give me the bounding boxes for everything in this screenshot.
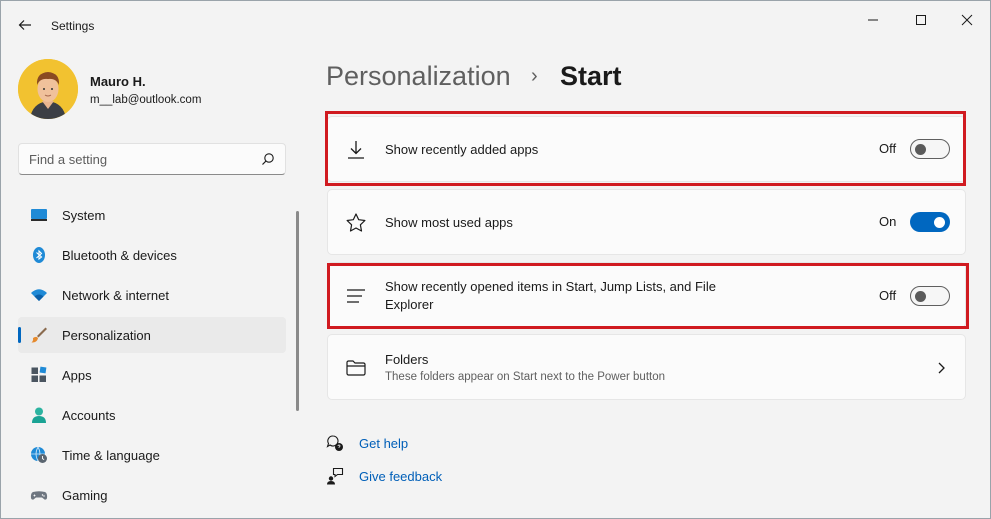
sidebar-item-label: Apps xyxy=(62,368,92,383)
setting-recently-opened-items: Show recently opened items in Start, Jum… xyxy=(327,262,966,328)
breadcrumb-parent[interactable]: Personalization xyxy=(326,61,511,92)
wifi-icon xyxy=(31,289,47,301)
monitor-icon xyxy=(31,209,47,221)
app-title: Settings xyxy=(51,19,95,33)
recently-opened-toggle[interactable] xyxy=(910,286,950,306)
search-icon[interactable] xyxy=(261,152,275,166)
toggle-knob xyxy=(915,290,926,302)
person-icon xyxy=(32,407,46,423)
setting-label-line1: Show recently opened items in Start, Jum… xyxy=(385,279,716,294)
setting-recently-added-apps: Show recently added apps Off xyxy=(327,116,966,182)
minimize-button[interactable] xyxy=(850,7,896,33)
sidebar-item-gaming[interactable]: Gaming xyxy=(18,477,286,513)
sidebar-item-apps[interactable]: Apps xyxy=(18,357,286,393)
sidebar-item-system[interactable]: System xyxy=(18,197,286,233)
sidebar-scrollbar[interactable] xyxy=(296,211,299,411)
download-icon xyxy=(348,141,364,159)
star-icon xyxy=(346,213,366,232)
search-box[interactable] xyxy=(18,143,286,175)
sidebar-item-label: Accounts xyxy=(62,408,116,423)
close-button[interactable] xyxy=(944,7,990,33)
back-arrow-icon xyxy=(18,20,31,30)
sidebar-item-label: Personalization xyxy=(62,328,151,343)
sidebar-item-label: System xyxy=(62,208,106,223)
close-icon xyxy=(961,14,973,26)
search-input[interactable] xyxy=(29,144,249,174)
sidebar-item-label: Time & language xyxy=(62,448,160,463)
brush-icon xyxy=(31,327,47,343)
sidebar-item-label: Bluetooth & devices xyxy=(62,248,177,263)
list-icon xyxy=(347,289,365,303)
globe-clock-icon xyxy=(31,446,47,463)
sidebar-item-bluetooth[interactable]: Bluetooth & devices xyxy=(18,237,286,273)
minimize-icon xyxy=(868,19,878,21)
folder-icon xyxy=(346,360,366,376)
setting-folders[interactable]: Folders These folders appear on Start ne… xyxy=(327,334,966,400)
toggle-state-text: Off xyxy=(879,288,897,303)
toggle-knob xyxy=(934,216,945,228)
toggle-state-text: Off xyxy=(879,141,897,156)
sidebar-item-label: Gaming xyxy=(62,488,108,503)
settings-window: Settings Mauro H. m__lab@outlook.com Fin… xyxy=(0,0,991,519)
maximize-icon xyxy=(916,15,926,25)
avatar[interactable] xyxy=(18,59,78,119)
recently-added-toggle[interactable] xyxy=(910,139,950,159)
bluetooth-icon xyxy=(33,247,45,263)
setting-most-used-apps: Show most used apps On xyxy=(327,189,966,255)
user-avatar-icon xyxy=(18,59,78,119)
title-bar: Settings xyxy=(1,1,990,41)
toggle-knob xyxy=(915,143,926,155)
page-title: Start xyxy=(560,61,622,91)
breadcrumb-separator: › xyxy=(531,65,538,87)
back-button[interactable] xyxy=(11,11,39,39)
chevron-right-icon xyxy=(938,362,945,374)
sidebar-item-accounts[interactable]: Accounts xyxy=(18,397,286,433)
toggle-state-text: On xyxy=(879,214,897,229)
sidebar-item-time-language[interactable]: Time & language xyxy=(18,437,286,473)
sidebar-item-personalization[interactable]: Personalization xyxy=(18,317,286,353)
most-used-toggle[interactable] xyxy=(910,212,950,232)
give-feedback-text[interactable]: Give feedback xyxy=(359,469,442,484)
help-chat-icon xyxy=(326,435,343,451)
get-help-text[interactable]: Get help xyxy=(359,436,408,451)
sidebar-item-label: Network & internet xyxy=(62,288,169,303)
feedback-icon xyxy=(327,467,344,485)
setting-description: These folders appear on Start next to th… xyxy=(385,371,666,383)
user-name: Mauro H. xyxy=(90,74,146,89)
apps-icon xyxy=(31,366,47,382)
user-email: m__lab@outlook.com xyxy=(90,94,202,106)
setting-label: Show recently added apps xyxy=(385,142,539,157)
setting-label: Show most used apps xyxy=(385,215,513,230)
sidebar-item-network[interactable]: Network & internet xyxy=(18,277,286,313)
maximize-button[interactable] xyxy=(898,7,944,33)
gamepad-icon xyxy=(30,491,48,500)
setting-label-line2: Explorer xyxy=(385,297,434,312)
setting-label: Folders xyxy=(385,352,429,367)
sidebar-nav: System Bluetooth & devices Network & int… xyxy=(18,197,286,517)
